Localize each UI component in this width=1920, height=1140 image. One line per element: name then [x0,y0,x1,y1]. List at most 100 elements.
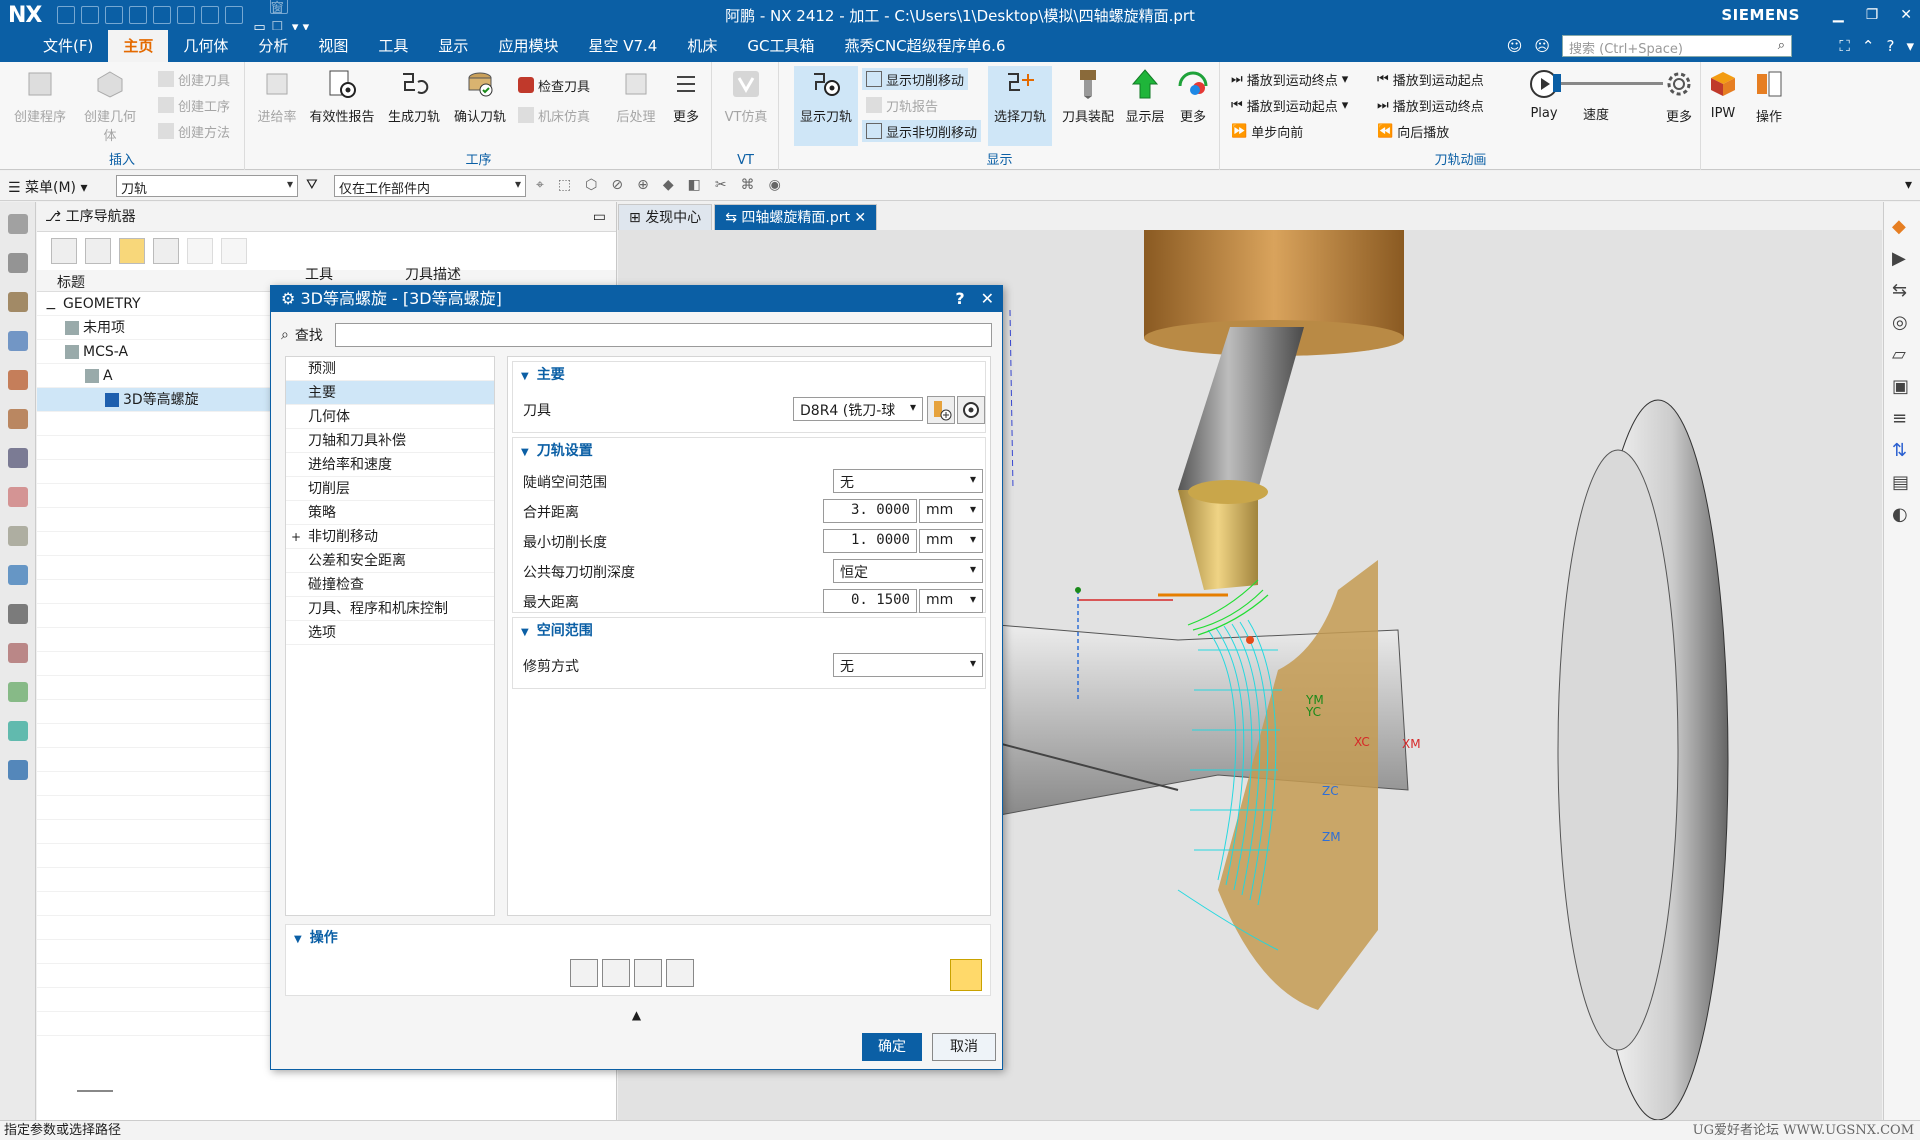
check-tool-button[interactable]: 检查刀具 [518,74,590,96]
menu-item[interactable]: 应用模块 [483,30,573,62]
select-feature-icon[interactable]: ⊕ [637,177,649,193]
depth-per-cut-select[interactable]: 恒定 [833,559,983,583]
toolbar-options-icon[interactable]: ▾ [1905,177,1912,193]
program-view-icon[interactable] [51,238,77,264]
dialog-title-bar[interactable]: ⚙ 3D等高螺旋 - [3D等高螺旋] ? ✕ [271,286,1002,312]
speed-slider[interactable] [1553,74,1663,92]
create-geometry-button[interactable]: 创建几何体 [78,66,142,144]
process-icon[interactable] [8,682,28,702]
play-side-icon[interactable]: ▶ [1892,248,1914,270]
cancel-button[interactable]: 取消 [932,1033,996,1061]
display-more-button[interactable]: 更多 [1170,66,1216,125]
list-icon[interactable] [666,959,694,987]
section-main-header[interactable]: ▼ 主要 [513,362,985,388]
section-operations-header[interactable]: ▼ 操作 [286,925,990,951]
ipw-button[interactable]: IPW [1700,66,1746,121]
play-backward-button[interactable]: ⏪ 向后播放 [1377,120,1449,142]
section-space-range-header[interactable]: ▼ 空间范围 [513,618,985,644]
feature-nav-icon[interactable] [8,448,28,468]
maximize-icon[interactable]: ▭ [593,202,606,232]
menu-item[interactable]: 分析 [243,30,303,62]
fullscreen-icon[interactable]: ⛶ [1839,37,1850,55]
menu-item[interactable]: 视图 [303,30,363,62]
menu-item[interactable]: 显示 [423,30,483,62]
play-to-end-button[interactable]: ⏭ 播放到运动终点 ▾ [1231,68,1348,90]
scroll-handle[interactable] [77,1090,113,1092]
menu-item[interactable]: 工具 [363,30,423,62]
reuse-icon[interactable] [8,760,28,780]
tool-assembly-button[interactable]: 刀具装配 [1056,66,1120,125]
category-item[interactable]: 刀具、程序和机床控制 [286,597,494,621]
help-icon[interactable]: ? [1887,37,1895,55]
play-to-start-button[interactable]: ⏮ 播放到运动起点 ▾ [1231,94,1348,116]
create-method-button[interactable]: 创建方法 [158,120,230,142]
animation-more-button[interactable]: 更多 [1657,66,1701,125]
menu-item[interactable]: 几何体 [168,30,243,62]
column-tool[interactable]: 工具 [305,264,333,284]
touch-mode-icon[interactable] [225,6,244,24]
cube-icon[interactable]: ▣ [1892,376,1914,398]
min-cut-length-input[interactable]: 1. 0000 [823,529,917,553]
measure-icon[interactable]: ▱ [1892,344,1914,366]
save-icon[interactable] [57,6,76,24]
validity-report-button[interactable]: 有效性报告 [304,66,380,125]
category-item[interactable]: + 非切削移动 [286,525,494,549]
dialog-close-button[interactable]: ✕ [981,286,994,312]
minimize-icon[interactable]: ▁ [1833,7,1844,23]
operate-button[interactable]: 操作 [1746,66,1792,125]
menu-item[interactable]: 机床 [672,30,732,62]
category-item[interactable]: 预测 [286,357,494,381]
verify-path-button[interactable]: 确认刀轨 [448,66,512,125]
create-program-button[interactable]: 创建程序 [8,66,72,125]
play-to-start-b-button[interactable]: ⏮ 播放到运动起点 [1377,68,1484,90]
scope-select[interactable]: 仅在工作部件内 [334,175,526,197]
max-distance-unit-select[interactable]: mm [919,589,983,613]
assembly-nav-icon[interactable] [8,292,28,312]
expand-icon[interactable]: + [291,525,301,549]
geometry-view-icon[interactable] [119,238,145,264]
category-item[interactable]: 选项 [286,621,494,645]
generate-side-icon[interactable]: ⇆ [1892,280,1914,302]
play-to-end-b-button[interactable]: ⏭ 播放到运动终点 [1377,94,1484,116]
merge-distance-unit-select[interactable]: mm [919,499,983,523]
select-icon[interactable]: ⌖ [536,177,544,193]
lasso-icon[interactable]: ⬚ [558,177,571,193]
merge-distance-input[interactable]: 3. 0000 [823,499,917,523]
trim-method-select[interactable]: 无 [833,653,983,677]
max-distance-input[interactable]: 0. 1500 [823,589,917,613]
display-side-icon[interactable]: ◐ [1892,504,1914,526]
tab-discover-center[interactable]: ⊞ 发现中心 [618,204,713,230]
show-path-button[interactable]: 显示刀轨 [794,66,858,146]
collapse-ribbon-icon[interactable]: ⌃ [1862,37,1875,55]
menu-item[interactable]: 文件(F) [28,30,108,62]
select-path-button[interactable]: 选择刀轨 [988,66,1052,146]
path-filter-icon[interactable]: ✂ [715,177,727,193]
tool-select[interactable]: D8R4 (铣刀-球 [793,397,923,421]
redo-icon[interactable] [105,6,124,24]
solid-icon[interactable]: ◆ [663,177,674,193]
category-item[interactable]: 切削层 [286,477,494,501]
machine-sim-button[interactable]: 机床仿真 [518,104,590,126]
find-input[interactable] [334,323,992,347]
category-item[interactable]: 策略 [286,501,494,525]
generate-icon[interactable] [570,959,598,987]
section-path-settings-header[interactable]: ▼ 刀轨设置 [513,438,985,464]
steep-range-select[interactable]: 无 [833,469,983,493]
speed-slider-handle[interactable] [1553,74,1561,92]
roles-icon[interactable] [8,643,28,663]
tab-close-icon[interactable]: ✕ [854,210,866,226]
step-forward-button[interactable]: ⏩ 单步向前 [1231,120,1303,142]
close-icon[interactable]: ✕ [1900,7,1912,23]
vt-sim-button[interactable]: VT仿真 [715,66,777,125]
menu-item[interactable]: GC工具箱 [732,30,829,62]
category-item[interactable]: 刀轴和刀具补偿 [286,429,494,453]
collapse-dialog-icon[interactable]: ▲ [271,1008,1002,1022]
mcs-icon[interactable]: ⌘ [741,177,755,193]
menu-item[interactable]: 燕秀CNC超级程序单6.6 [829,30,1020,62]
web-icon[interactable] [8,565,28,585]
category-item[interactable]: 进给率和速度 [286,453,494,477]
category-item[interactable]: 碰撞检查 [286,573,494,597]
new-tool-button[interactable] [927,396,955,424]
min-cut-length-unit-select[interactable]: mm [919,529,983,553]
smiley-icon[interactable]: ☺ [1507,37,1523,55]
